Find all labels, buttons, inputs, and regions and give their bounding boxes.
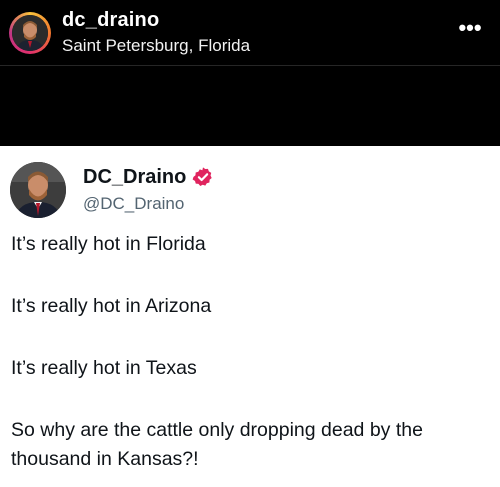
handle: @DC_Draino [83, 194, 185, 213]
image-top-band [0, 66, 500, 146]
tweet-screenshot: DC_Draino @DC_Draino It’s really hot in … [0, 146, 500, 487]
username[interactable]: dc_draino [62, 9, 159, 32]
tweet-avatar-photo-icon [10, 162, 66, 218]
tweet-line: It’s really hot in Florida [11, 233, 206, 255]
story-ring[interactable] [9, 12, 51, 54]
more-options-icon[interactable]: ••• [455, 16, 485, 40]
avatar-photo-icon [12, 15, 48, 51]
tweet-line: So why are the cattle only dropping dead… [11, 419, 423, 470]
tweet-avatar [10, 162, 66, 218]
display-name: DC_Draino [83, 165, 187, 188]
tweet-line: It’s really hot in Texas [11, 357, 197, 379]
verified-badge-icon [192, 166, 214, 188]
tweet-name-row: DC_Draino [83, 164, 214, 190]
post-header: dc_draino Saint Petersburg, Florida ••• [0, 0, 500, 66]
tweet-text: It’s really hot in Florida It’s really h… [11, 230, 496, 474]
location-link[interactable]: Saint Petersburg, Florida [62, 36, 250, 56]
avatar[interactable] [12, 15, 48, 51]
tweet-line: It’s really hot in Arizona [11, 295, 212, 317]
